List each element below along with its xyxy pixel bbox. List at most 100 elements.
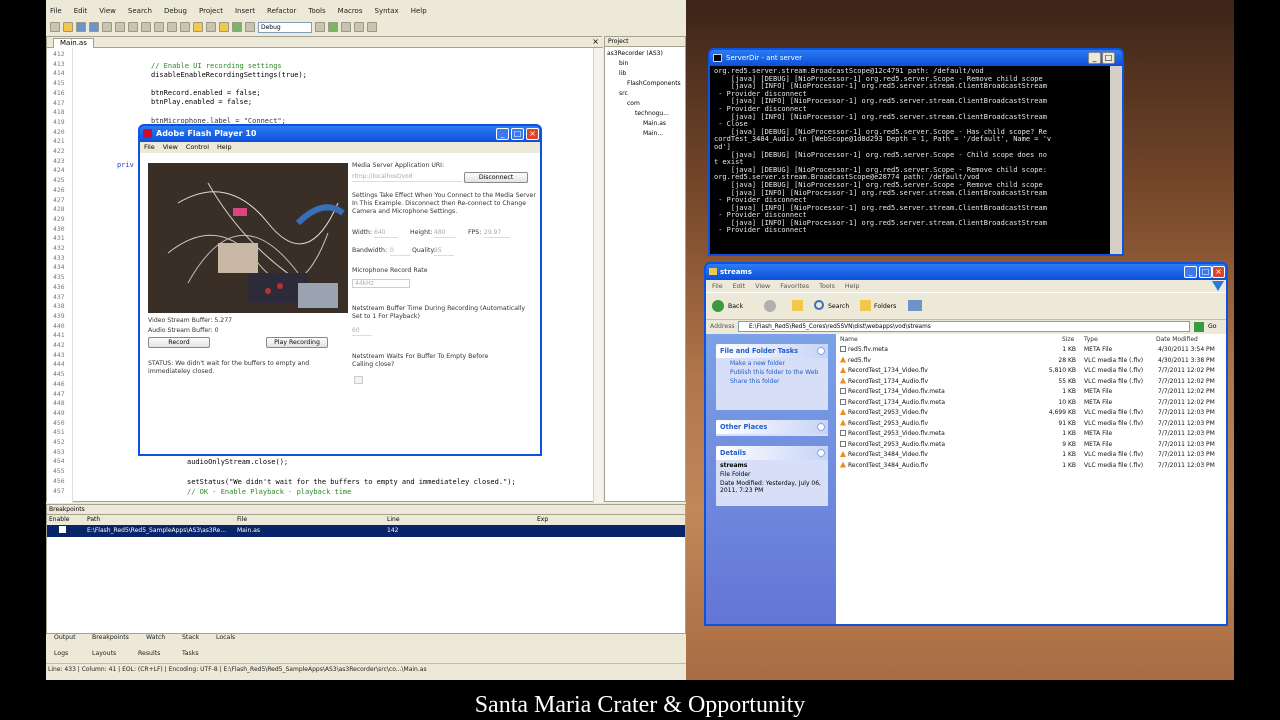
column-header-type[interactable]: Type [1084, 336, 1098, 343]
settings-icon[interactable] [245, 22, 255, 32]
task-share-folder[interactable]: Share this folder [716, 376, 828, 385]
mic-rate-select[interactable]: 44kHz [352, 279, 410, 288]
record-button[interactable]: Record [148, 337, 210, 348]
menu-item[interactable]: View [163, 142, 178, 153]
play-icon[interactable] [328, 22, 338, 32]
tree-item[interactable]: FlashComponents [627, 80, 681, 87]
menu-item[interactable]: Control [186, 142, 209, 153]
menu-item[interactable]: File [50, 7, 62, 15]
address-input[interactable]: E:\Flash_Red5\Red5_Cores\red5SVN\dist\we… [738, 321, 1190, 332]
views-icon[interactable] [908, 300, 922, 311]
height-input[interactable]: 480 [434, 229, 456, 238]
save-all-icon[interactable] [89, 22, 99, 32]
column-header[interactable]: Line [387, 515, 537, 525]
tab-layouts[interactable]: Layouts [92, 650, 116, 657]
column-header[interactable]: Exp [537, 515, 637, 525]
file-name[interactable]: red5.flv [840, 356, 871, 364]
tab-stack[interactable]: Stack [182, 634, 199, 641]
menu-item[interactable]: File [144, 142, 155, 153]
find-icon[interactable] [167, 22, 177, 32]
back-icon[interactable] [712, 300, 724, 312]
column-header-date[interactable]: Date Modified [1156, 336, 1198, 343]
file-name[interactable]: RecordTest_1734_Video.flv.meta [840, 388, 945, 395]
enable-checkbox[interactable] [47, 525, 87, 537]
details-header[interactable]: Details [716, 446, 828, 460]
maximize-icon[interactable]: □ [1102, 52, 1115, 64]
build-config-select[interactable]: Debug [258, 21, 312, 33]
file-name[interactable]: RecordTest_1734_Video.flv [840, 367, 928, 374]
tab-results[interactable]: Results [138, 650, 160, 657]
tree-item[interactable]: com [627, 100, 640, 107]
column-header[interactable]: Path [87, 515, 237, 525]
quality-input[interactable]: 95 [434, 247, 454, 256]
menu-item[interactable]: Refactor [267, 7, 296, 15]
new-file-icon[interactable] [50, 22, 60, 32]
column-header-size[interactable]: Size [1062, 336, 1074, 343]
wait-checkbox[interactable] [354, 376, 363, 384]
step-icon[interactable] [367, 22, 377, 32]
column-header-name[interactable]: Name [840, 336, 858, 343]
maximize-icon[interactable]: □ [1199, 266, 1212, 278]
bookmark-icon[interactable] [193, 22, 203, 32]
menu-item[interactable]: Edit [733, 280, 745, 292]
column-header[interactable]: File [237, 515, 387, 525]
tab-logs[interactable]: Logs [54, 650, 68, 657]
menu-item[interactable]: Search [128, 7, 152, 15]
search-icon[interactable] [814, 300, 824, 310]
redo-icon[interactable] [154, 22, 164, 32]
paste-icon[interactable] [128, 22, 138, 32]
menu-item[interactable]: View [755, 280, 770, 292]
maximize-icon[interactable]: □ [511, 128, 524, 140]
tree-item[interactable]: src [619, 90, 628, 97]
tree-item[interactable]: bin [619, 60, 628, 67]
close-icon[interactable]: × [1212, 266, 1225, 278]
tree-item[interactable]: lib [619, 70, 626, 77]
tab-breakpoints[interactable]: Breakpoints [92, 634, 129, 641]
tree-item[interactable]: Main... [643, 130, 663, 137]
menu-item[interactable]: Tools [819, 280, 835, 292]
copy-icon[interactable] [115, 22, 125, 32]
menu-item[interactable]: Insert [235, 7, 255, 15]
tab-tasks[interactable]: Tasks [182, 650, 199, 657]
minimize-icon[interactable]: _ [1088, 52, 1101, 64]
close-icon[interactable]: × [592, 37, 599, 46]
file-name[interactable]: RecordTest_2953_Audio.flv.meta [840, 440, 945, 448]
menu-item[interactable]: Help [217, 142, 232, 153]
fps-input[interactable]: 29.97 [484, 229, 510, 238]
buffer-input[interactable]: 60 [352, 327, 372, 336]
task-publish-folder[interactable]: Publish this folder to the Web [716, 367, 828, 376]
collapse-icon[interactable] [817, 347, 825, 355]
menu-item[interactable]: View [99, 7, 116, 15]
disconnect-button[interactable]: Disconnect [464, 172, 528, 183]
back-button[interactable]: Back [728, 303, 743, 310]
menu-item[interactable]: Project [199, 7, 223, 15]
tree-item[interactable]: Main.as [643, 120, 666, 127]
menu-item[interactable]: Help [845, 280, 860, 292]
column-header[interactable]: Enable [47, 515, 87, 525]
file-name[interactable]: RecordTest_3484_Audio.flv [840, 461, 928, 469]
build-icon[interactable] [219, 22, 229, 32]
menu-item[interactable]: Tools [308, 7, 325, 15]
menu-item[interactable]: Debug [164, 7, 187, 15]
forward-icon[interactable] [764, 300, 776, 312]
save-icon[interactable] [76, 22, 86, 32]
up-folder-icon[interactable] [792, 300, 803, 311]
run-icon[interactable] [232, 22, 242, 32]
file-name[interactable]: RecordTest_3484_Video.flv [840, 451, 928, 458]
bandwidth-input[interactable]: 0 [390, 247, 410, 256]
menu-item[interactable]: File [712, 280, 723, 292]
minimize-icon[interactable]: _ [496, 128, 509, 140]
file-name[interactable]: RecordTest_1734_Audio.flv.meta [840, 398, 945, 406]
go-button[interactable]: Go [1208, 323, 1217, 330]
folders-button[interactable]: Folders [874, 303, 896, 310]
open-folder-icon[interactable] [63, 22, 73, 32]
dropdown-arrow-icon[interactable] [315, 22, 325, 32]
expand-icon[interactable] [817, 423, 825, 431]
project-icon[interactable] [206, 22, 216, 32]
table-row[interactable]: E:\Flash_Red5\Red5_SampleApps\AS3\as3Re.… [47, 525, 685, 537]
menu-item[interactable]: Favorites [780, 280, 809, 292]
editor-scrollbar[interactable] [593, 48, 603, 503]
tab-output[interactable]: Output [54, 634, 76, 641]
tab-main-as[interactable]: Main.as [53, 38, 94, 48]
menu-item[interactable]: Syntax [375, 7, 399, 15]
